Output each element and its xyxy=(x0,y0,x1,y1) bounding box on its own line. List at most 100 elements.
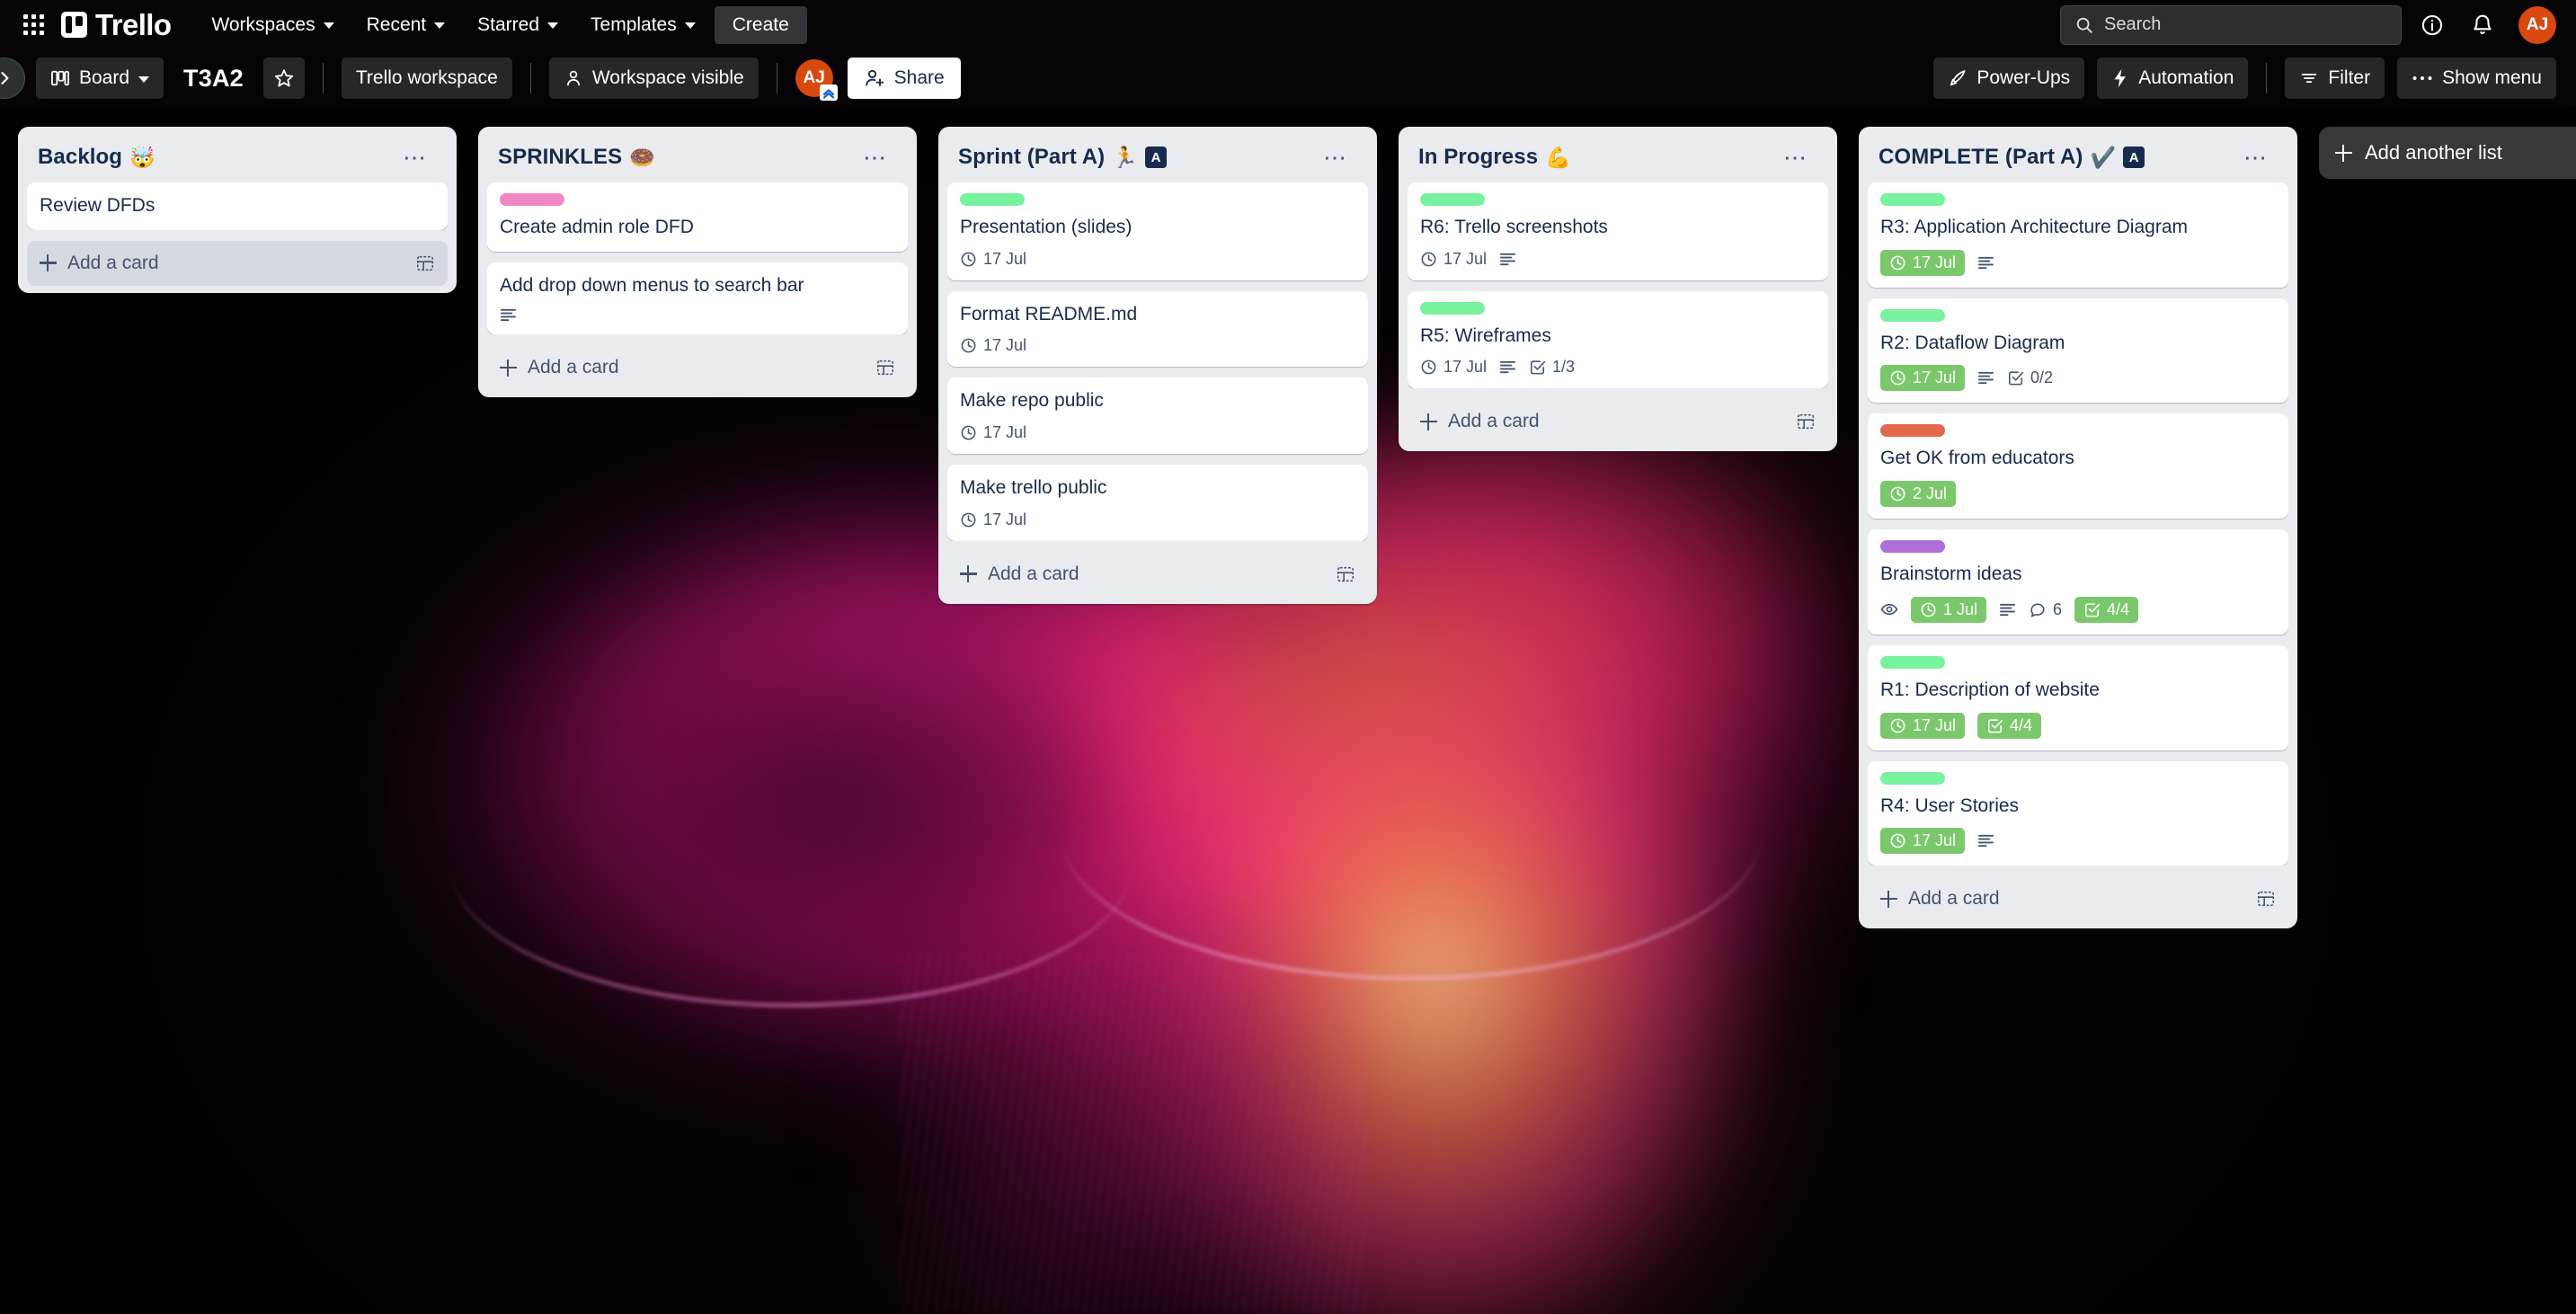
nav-starred[interactable]: Starred xyxy=(464,6,572,44)
board-card[interactable]: Format README.md 17 Jul xyxy=(947,291,1368,368)
card-label-chip[interactable] xyxy=(1880,772,1945,785)
board-card[interactable]: R2: Dataflow Diagram 17 Jul 0/2 xyxy=(1868,298,2288,404)
add-card-button[interactable]: Add a card xyxy=(1868,876,2288,921)
board-card[interactable]: R3: Application Architecture Diagram 17 … xyxy=(1868,182,2288,288)
workspace-name-button[interactable]: Trello workspace xyxy=(342,58,512,99)
search-input[interactable]: Search xyxy=(2060,5,2402,45)
card-label-chip[interactable] xyxy=(1880,193,1945,206)
list-cards: R3: Application Architecture Diagram 17 … xyxy=(1868,182,2288,866)
info-circle-icon[interactable] xyxy=(2412,5,2452,45)
list-title-text: Backlog xyxy=(38,145,122,170)
card-checklist-count: 1/3 xyxy=(1552,358,1575,377)
add-another-list-button[interactable]: Add another list xyxy=(2319,127,2576,179)
list-title-text: COMPLETE (Part A) xyxy=(1879,145,2083,170)
app-switcher-icon[interactable] xyxy=(20,12,47,39)
nav-workspaces[interactable]: Workspaces xyxy=(198,6,347,44)
card-label-chip[interactable] xyxy=(500,193,564,206)
card-comments-badge: 6 xyxy=(2029,600,2062,619)
list-title[interactable]: In Progress💪 xyxy=(1418,145,1571,170)
trello-logo-icon xyxy=(61,12,87,38)
board-card[interactable]: Get OK from educators 2 Jul xyxy=(1868,413,2288,519)
board-card[interactable]: Create admin role DFD xyxy=(487,182,908,252)
card-template-button[interactable] xyxy=(1336,564,1355,584)
add-card-button[interactable]: Add a card xyxy=(1408,399,1828,444)
board-card[interactable]: R1: Description of website 17 Jul 4/4 xyxy=(1868,645,2288,750)
list-title[interactable]: COMPLETE (Part A)✔️A xyxy=(1879,145,2145,170)
watch-eye-icon xyxy=(1880,600,1898,618)
board-visibility-button[interactable]: Workspace visible xyxy=(549,58,759,99)
add-card-button[interactable]: Add a card xyxy=(27,241,448,286)
star-board-button[interactable] xyxy=(263,58,305,99)
show-menu-label: Show menu xyxy=(2442,67,2542,89)
create-button[interactable]: Create xyxy=(715,6,807,44)
card-due-date-badge[interactable]: 17 Jul xyxy=(1880,828,1965,854)
add-card-button[interactable]: Add a card xyxy=(947,552,1368,597)
card-label-chip[interactable] xyxy=(960,193,1025,206)
automation-button[interactable]: Automation xyxy=(2097,58,2248,99)
card-badges: 17 Jul 1/3 xyxy=(1420,358,1816,377)
card-due-date-badge[interactable]: 17 Jul xyxy=(1880,713,1965,739)
add-card-button[interactable]: Add a card xyxy=(487,345,908,390)
list-title[interactable]: Backlog🤯 xyxy=(38,145,155,170)
list-actions-menu-icon[interactable]: ⋯ xyxy=(2234,148,2278,166)
show-menu-button[interactable]: Show menu xyxy=(2397,58,2556,99)
card-label-chip[interactable] xyxy=(1880,424,1945,437)
card-label-chip[interactable] xyxy=(1880,656,1945,669)
list-actions-menu-icon[interactable]: ⋯ xyxy=(394,148,437,166)
trello-logo[interactable]: Trello xyxy=(61,8,171,42)
card-due-date-badge[interactable]: 2 Jul xyxy=(1880,481,1956,507)
board-member-avatar[interactable]: AJ xyxy=(795,59,833,97)
board-view-switcher[interactable]: Board xyxy=(36,58,164,99)
add-card-left: Add a card xyxy=(1420,411,1540,432)
board-card[interactable]: Add drop down menus to search bar xyxy=(487,262,908,335)
card-template-button[interactable] xyxy=(2256,889,2276,909)
card-template-button[interactable] xyxy=(875,358,895,377)
card-template-button[interactable] xyxy=(415,253,435,273)
board-card[interactable]: R4: User Stories 17 Jul xyxy=(1868,761,2288,866)
board-card[interactable]: Brainstorm ideas 1 Jul 6 4/4 xyxy=(1868,529,2288,635)
clock-icon xyxy=(960,424,977,441)
list-title[interactable]: Sprint (Part A)🏃A xyxy=(958,145,1167,170)
card-template-button[interactable] xyxy=(1796,412,1816,431)
card-due-date-text: 17 Jul xyxy=(983,336,1026,355)
power-ups-button[interactable]: Power-Ups xyxy=(1933,58,2084,99)
card-due-date-badge[interactable]: 17 Jul xyxy=(960,423,1026,442)
list-header: Backlog🤯 ⋯ xyxy=(27,136,448,182)
bell-icon[interactable] xyxy=(2463,5,2502,45)
card-label-chip[interactable] xyxy=(1420,302,1485,315)
card-label-chip[interactable] xyxy=(1880,309,1945,322)
card-due-date-badge[interactable]: 17 Jul xyxy=(1880,365,1965,391)
list-actions-menu-icon[interactable]: ⋯ xyxy=(854,148,897,166)
card-due-date-badge[interactable]: 17 Jul xyxy=(1420,358,1487,377)
card-due-date-badge[interactable]: 1 Jul xyxy=(1911,597,1986,623)
card-checklist-badge: 4/4 xyxy=(1977,713,2041,739)
board-card[interactable]: Make repo public 17 Jul xyxy=(947,377,1368,454)
list-title[interactable]: SPRINKLES🍩 xyxy=(498,145,655,170)
filter-button[interactable]: Filter xyxy=(2285,58,2385,99)
card-due-date-badge[interactable]: 17 Jul xyxy=(1880,250,1965,276)
sidebar-toggle-button[interactable] xyxy=(0,58,25,99)
list-header: SPRINKLES🍩 ⋯ xyxy=(487,136,908,182)
share-button[interactable]: Share xyxy=(848,58,961,99)
board-title[interactable]: T3A2 xyxy=(176,65,251,93)
card-due-date-badge[interactable]: 17 Jul xyxy=(1420,250,1487,269)
board-card[interactable]: Make trello public 17 Jul xyxy=(947,465,1368,541)
chevron-down-icon xyxy=(434,22,445,29)
card-due-date-badge[interactable]: 17 Jul xyxy=(960,250,1026,269)
nav-recent[interactable]: Recent xyxy=(353,6,459,44)
list-actions-menu-icon[interactable]: ⋯ xyxy=(1314,148,1357,166)
list-actions-menu-icon[interactable]: ⋯ xyxy=(1774,148,1817,166)
board-card[interactable]: Presentation (slides) 17 Jul xyxy=(947,182,1368,280)
card-label-chip[interactable] xyxy=(1880,540,1945,553)
board-card[interactable]: R5: Wireframes 17 Jul 1/3 xyxy=(1408,291,1828,389)
card-due-date-badge[interactable]: 17 Jul xyxy=(960,336,1026,355)
card-label-chip[interactable] xyxy=(1420,193,1485,206)
board-card[interactable]: R6: Trello screenshots 17 Jul xyxy=(1408,182,1828,280)
card-badges: 17 Jul xyxy=(1880,250,2276,276)
nav-templates[interactable]: Templates xyxy=(577,6,709,44)
card-due-date-badge[interactable]: 17 Jul xyxy=(960,511,1026,529)
plus-icon xyxy=(1420,413,1437,431)
board-card[interactable]: Review DFDs xyxy=(27,182,448,230)
user-avatar[interactable]: AJ xyxy=(2518,6,2556,44)
card-title: Get OK from educators xyxy=(1880,446,2276,471)
